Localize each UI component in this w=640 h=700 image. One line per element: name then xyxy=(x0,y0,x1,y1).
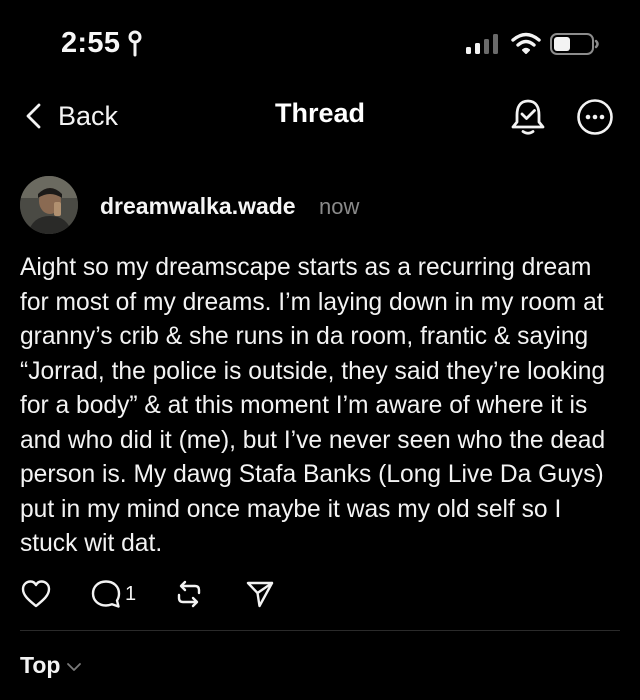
repost-icon[interactable] xyxy=(173,578,205,610)
status-time: 2:55 xyxy=(61,27,121,59)
post-actions: 1 xyxy=(20,578,420,612)
avatar[interactable] xyxy=(20,176,78,234)
username[interactable]: dreamwalka.wade xyxy=(100,193,296,220)
timestamp: now xyxy=(319,194,360,219)
chevron-down-icon xyxy=(67,662,82,671)
location-icon xyxy=(128,30,142,57)
sort-label: Top xyxy=(20,652,61,678)
avatar-image xyxy=(20,176,78,234)
status-bar: 2:55 xyxy=(0,0,640,86)
reply-count: 1 xyxy=(125,582,137,605)
comment-icon xyxy=(91,580,121,608)
chevron-left-icon xyxy=(26,103,41,129)
sort-dropdown[interactable]: Top xyxy=(20,652,82,679)
notification-bell-icon[interactable] xyxy=(508,96,548,138)
back-label: Back xyxy=(58,100,119,131)
heart-icon[interactable] xyxy=(20,578,52,610)
more-icon[interactable] xyxy=(576,98,614,136)
nav-bar: Back Thread xyxy=(0,88,640,142)
signal-icon xyxy=(466,34,498,54)
post-header: dreamwalka.wade now xyxy=(20,176,620,236)
divider xyxy=(20,630,620,631)
wifi-icon xyxy=(511,32,541,54)
back-button[interactable]: Back xyxy=(24,96,118,136)
send-icon[interactable] xyxy=(244,578,276,610)
reply-button[interactable]: 1 xyxy=(90,578,136,610)
post-text: Aight so my dreamscape starts as a recur… xyxy=(20,254,606,557)
battery-icon xyxy=(550,33,599,55)
